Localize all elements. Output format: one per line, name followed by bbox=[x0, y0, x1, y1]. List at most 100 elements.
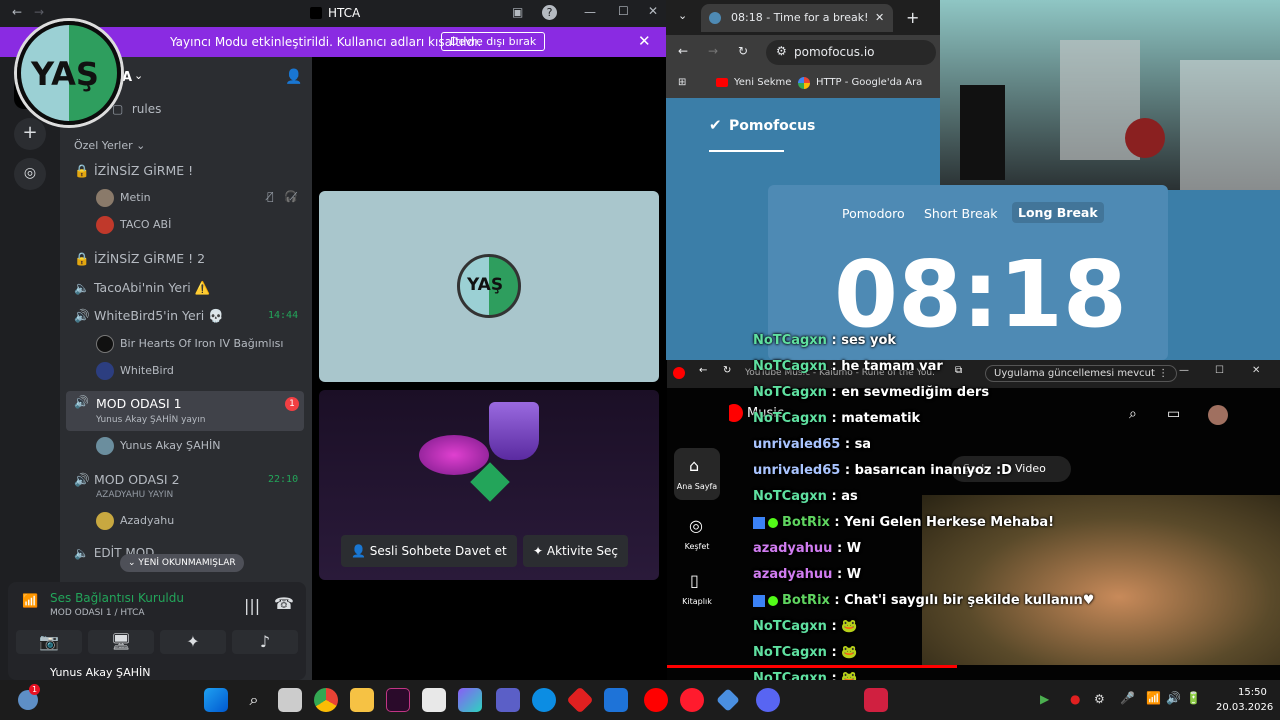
close-icon[interactable]: ✕ bbox=[648, 4, 658, 18]
activity-button[interactable]: ✦ bbox=[160, 630, 226, 654]
site-info-icon[interactable]: ⚙ bbox=[776, 44, 787, 58]
nav-explore[interactable]: ◎ Keşfet bbox=[674, 508, 720, 560]
username: Metin bbox=[120, 191, 151, 204]
mode-short-break[interactable]: Short Break bbox=[924, 206, 998, 221]
channel-izinsiz-girme-2[interactable]: 🔒 İZİNSİZ GİRME ! 2 bbox=[74, 251, 205, 267]
channel-izinsiz-girme[interactable]: 🔒 İZİNSİZ GİRME ! bbox=[74, 163, 193, 179]
category-ozel-yerler[interactable]: Özel Yerler ⌄ bbox=[74, 139, 145, 152]
chevron-down-icon[interactable]: ⌄ bbox=[134, 69, 143, 82]
tray-icon[interactable]: ● bbox=[1070, 692, 1080, 706]
mode-pomodoro[interactable]: Pomodoro bbox=[842, 206, 905, 221]
voice-user-hearts[interactable]: Bir Hearts Of Iron IV Bağımlısı bbox=[96, 335, 283, 353]
nav-home[interactable]: ⌂ Ana Sayfa bbox=[674, 448, 720, 500]
screen-share-button[interactable]: 🖥 bbox=[88, 630, 154, 654]
tab-search-icon[interactable]: ⌄ bbox=[678, 9, 687, 22]
voice-user-metin[interactable]: Metin bbox=[96, 189, 151, 207]
teams-icon[interactable] bbox=[496, 688, 520, 712]
nav-library[interactable]: ▯ Kitaplık bbox=[674, 563, 720, 615]
discord-icon[interactable] bbox=[756, 688, 780, 712]
search-icon[interactable]: ⌕ bbox=[242, 688, 266, 712]
app-icon[interactable] bbox=[386, 688, 410, 712]
reload-icon[interactable]: ↻ bbox=[723, 365, 731, 376]
minimize-icon[interactable]: — bbox=[584, 5, 596, 19]
channel-label: TacoAbi'nin Yeri ⚠️ bbox=[93, 280, 211, 295]
url-input[interactable]: ⚙ pomofocus.io bbox=[766, 40, 936, 65]
reload-icon[interactable]: ↻ bbox=[738, 44, 748, 58]
disconnect-icon[interactable]: ☎ bbox=[274, 594, 294, 613]
server-name[interactable]: A bbox=[122, 70, 132, 85]
speaker-icon: 🔊 bbox=[74, 308, 90, 323]
choose-activity-button[interactable]: ✦ Aktivite Seç bbox=[523, 535, 629, 567]
inbox-icon[interactable]: ▣ bbox=[512, 5, 523, 19]
steam-icon[interactable]: ⚙ bbox=[1094, 692, 1105, 706]
bookmark-item[interactable]: HTTP - Google'da Ara bbox=[816, 77, 922, 88]
app-icon[interactable] bbox=[716, 688, 740, 712]
apps-icon[interactable]: ⊞ bbox=[678, 77, 686, 88]
volume-icon[interactable]: 🔊 bbox=[1166, 691, 1181, 705]
app-icon[interactable] bbox=[566, 686, 594, 714]
new-unreads-pill[interactable]: ⌄ YENİ OKUNMAMIŞLAR bbox=[120, 554, 244, 572]
clock-date[interactable]: 20.03.2026 bbox=[1216, 702, 1273, 713]
noise-suppression-icon[interactable]: ||| bbox=[244, 596, 260, 615]
chair-shape bbox=[1180, 60, 1280, 190]
wifi-icon[interactable]: 📶 bbox=[1146, 691, 1161, 705]
channel-mod-odasi-1[interactable]: 🔊 MOD ODASI 1 Yunus Akay ŞAHİN yayın 1 bbox=[66, 391, 304, 431]
invite-voice-button[interactable]: 👤 Sesli Sohbete Davet et bbox=[341, 535, 517, 567]
tab-close-icon[interactable]: ✕ bbox=[875, 4, 884, 32]
battery-icon[interactable]: 🔋 bbox=[1186, 691, 1201, 705]
back-icon[interactable]: ← bbox=[699, 365, 707, 376]
chrome-icon[interactable] bbox=[314, 688, 338, 712]
close-banner-icon[interactable]: ✕ bbox=[638, 32, 651, 50]
camera-off-button[interactable]: 📷 bbox=[16, 630, 82, 654]
chat-text: basarıcan inanıyoz :D bbox=[854, 463, 1012, 478]
chat-separator: : bbox=[829, 515, 845, 530]
clock-time[interactable]: 15:50 bbox=[1238, 687, 1267, 698]
copilot-icon[interactable] bbox=[458, 688, 482, 712]
maximize-icon[interactable]: ☐ bbox=[618, 4, 629, 18]
add-server-icon[interactable]: + bbox=[14, 118, 46, 150]
camera-off-icon: 📷 bbox=[39, 632, 59, 651]
disable-streamer-button[interactable]: Devre dışı bırak bbox=[441, 32, 546, 51]
voice-user-taco[interactable]: TACO ABİ bbox=[96, 216, 171, 234]
channel-rules[interactable]: ▢ rules bbox=[112, 102, 161, 116]
voice-user-azadyahu[interactable]: Azadyahu bbox=[96, 512, 174, 530]
invite-user-icon[interactable]: 👤 bbox=[285, 69, 302, 85]
back-icon[interactable]: ← bbox=[678, 44, 688, 58]
brand-logo[interactable]: Pomofocus bbox=[729, 118, 815, 134]
footer-username[interactable]: Yunus Akay ŞAHİN bbox=[50, 666, 151, 680]
nav-label: Keşfet bbox=[684, 542, 710, 551]
ytm-sidebar: ⌂ Ana Sayfa ◎ Keşfet ▯ Kitaplık bbox=[667, 388, 729, 680]
browser-tab[interactable]: 08:18 - Time for a break! ✕ bbox=[701, 4, 893, 32]
task-view-icon[interactable] bbox=[278, 688, 302, 712]
channel-tacoabi[interactable]: 🔈 TacoAbi'nin Yeri ⚠️ bbox=[74, 280, 210, 296]
soundboard-button[interactable]: ♪ bbox=[232, 630, 298, 654]
tray-icon[interactable]: ▶ bbox=[1040, 692, 1049, 706]
bookmark-item[interactable]: Yeni Sekme bbox=[734, 77, 791, 88]
channel-mod-odasi-2[interactable]: 🔊 MOD ODASI 2 bbox=[74, 472, 180, 488]
back-arrow-icon[interactable]: ← bbox=[12, 5, 22, 19]
speaker-icon: 🔈 bbox=[74, 280, 90, 295]
channel-whitebird[interactable]: 🔊 WhiteBird5'in Yeri 💀 bbox=[74, 308, 224, 324]
start-icon[interactable] bbox=[204, 688, 228, 712]
discover-icon[interactable]: ◎ bbox=[14, 158, 46, 190]
voice-status[interactable]: Ses Bağlantısı Kuruldu bbox=[50, 591, 184, 605]
channel-label: İZİNSİZ GİRME ! bbox=[93, 163, 194, 178]
stream-tile[interactable]: YAŞ bbox=[319, 191, 659, 382]
forward-icon[interactable]: → bbox=[708, 44, 718, 58]
store-icon[interactable] bbox=[604, 688, 628, 712]
chat-separator: : bbox=[826, 619, 842, 634]
app-icon[interactable] bbox=[422, 688, 446, 712]
voice-user-whitebird[interactable]: WhiteBird bbox=[96, 362, 174, 380]
youtube-music-icon[interactable] bbox=[644, 688, 668, 712]
app-icon[interactable] bbox=[864, 688, 888, 712]
voice-channel[interactable]: MOD ODASI 1 / HTCA bbox=[50, 608, 145, 618]
mic-icon[interactable]: 🎤 bbox=[1120, 691, 1135, 705]
new-tab-icon[interactable]: + bbox=[906, 8, 919, 27]
voice-user-yunus[interactable]: Yunus Akay ŞAHİN bbox=[96, 437, 221, 455]
file-explorer-icon[interactable] bbox=[350, 688, 374, 712]
mode-long-break[interactable]: Long Break bbox=[1012, 202, 1104, 223]
opera-icon[interactable] bbox=[680, 688, 704, 712]
edge-icon[interactable] bbox=[532, 688, 556, 712]
forward-arrow-icon[interactable]: → bbox=[34, 5, 44, 19]
help-icon[interactable]: ? bbox=[542, 5, 557, 20]
